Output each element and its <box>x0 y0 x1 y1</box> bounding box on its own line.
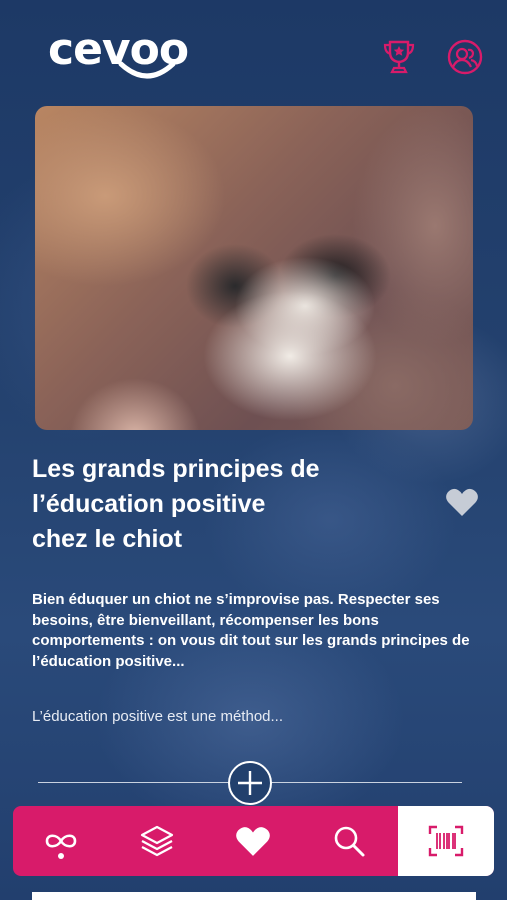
article-title-line: l’éducation positive <box>32 490 266 518</box>
app-header: cevoo <box>0 0 507 100</box>
trophy-icon[interactable] <box>380 38 418 76</box>
article-lead: Bien éduquer un chiot ne s’improvise pas… <box>32 591 470 670</box>
article-excerpt: L’éducation positive est une méthod... <box>32 708 284 725</box>
content-strip <box>32 892 476 900</box>
infinity-icon <box>45 834 77 848</box>
expand-button[interactable] <box>228 761 272 805</box>
favorite-heart-icon[interactable] <box>445 487 479 517</box>
active-indicator-dot <box>58 853 64 859</box>
article-image[interactable] <box>35 106 473 430</box>
article-title-line: chez le chiot <box>32 525 183 553</box>
tab-search[interactable] <box>301 806 397 876</box>
logo-smile-icon <box>118 61 176 79</box>
profile-icon[interactable] <box>446 38 484 76</box>
tab-collections[interactable] <box>109 806 205 876</box>
heart-icon <box>236 827 270 856</box>
layers-icon <box>140 825 174 857</box>
barcode-scan-icon <box>428 825 464 857</box>
tab-home[interactable] <box>13 806 109 876</box>
article-title[interactable]: Les grands principes de l’éducation posi… <box>32 452 412 557</box>
bottom-tab-bar <box>13 806 494 876</box>
tab-favorites[interactable] <box>205 806 301 876</box>
plus-icon <box>238 771 262 795</box>
search-icon <box>334 826 365 857</box>
article-title-line: Les grands principes de <box>32 455 320 483</box>
tab-scan[interactable] <box>398 806 494 876</box>
